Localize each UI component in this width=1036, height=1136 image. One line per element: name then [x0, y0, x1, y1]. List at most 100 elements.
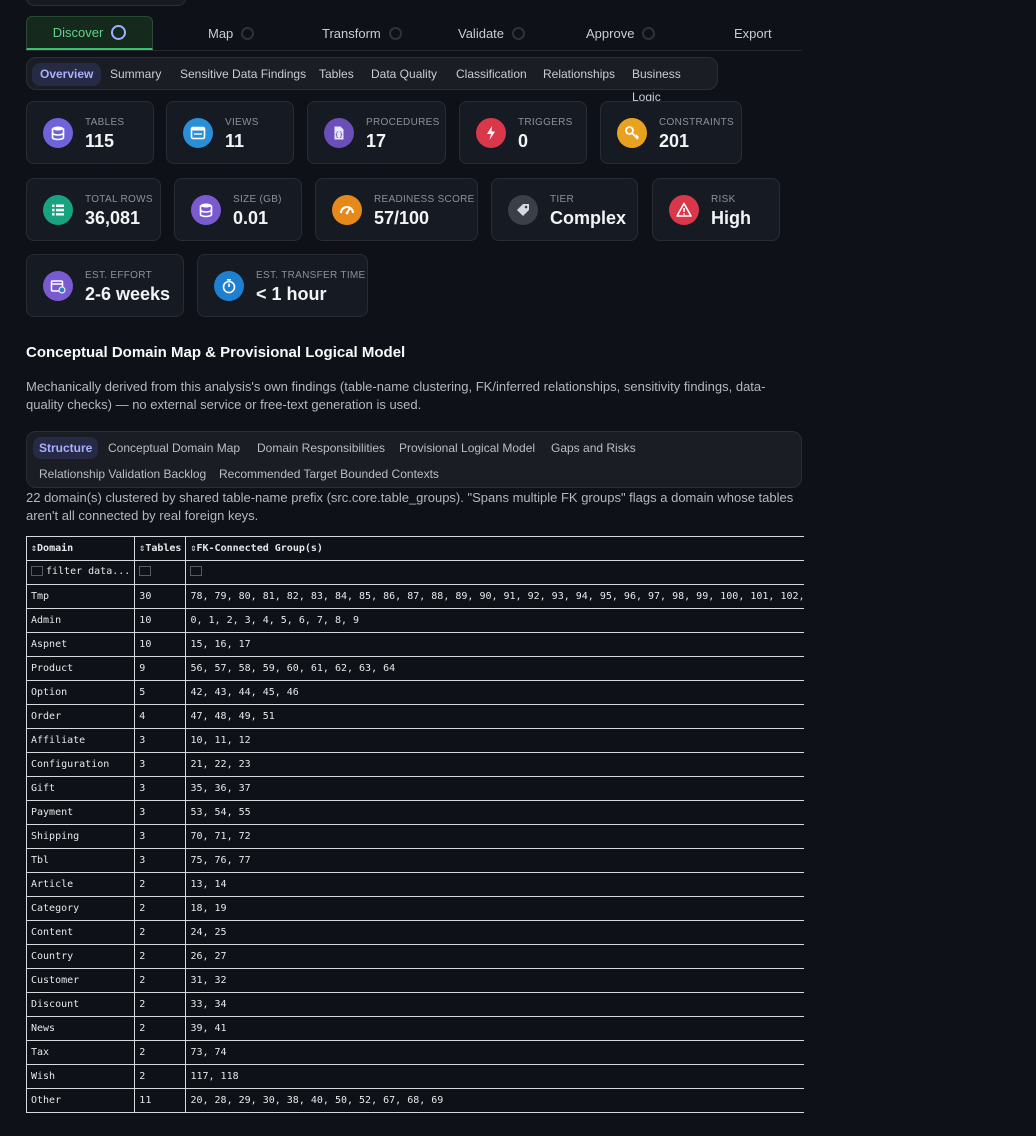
table-row: Product 9 56, 57, 58, 59, 60, 61, 62, 63, … [26, 656, 804, 681]
fk-groups-cell: 56, 57, 58, 59, 60, 61, 62, 63, 64 [185, 656, 804, 681]
table-row: Content 2 24, 25 [26, 920, 804, 945]
step-status-icon [512, 26, 526, 40]
table-body: Tmp 30 78, 79, 80, 81, 82, 83, 84, 85, 86,… [26, 584, 804, 1113]
code-file-icon: {} [324, 118, 354, 148]
table-row: Tmp 30 78, 79, 80, 81, 82, 83, 84, 85, 86,… [26, 584, 804, 609]
filter-input[interactable]: filter data... [46, 566, 130, 577]
metric-card-risk: RISK High [652, 178, 780, 241]
step-export[interactable]: Export [734, 16, 772, 50]
metric-card-est-effort: EST. EFFORT 2-6 weeks [26, 254, 184, 317]
fk-groups-cell: 13, 14 [185, 872, 804, 897]
fk-groups-cell: 33, 34 [185, 992, 804, 1017]
column-header-fk-groups[interactable]: ⇕FK-Connected Group(s) [185, 536, 804, 561]
subtab-gaps-and-risks[interactable]: Gaps and Risks [545, 437, 642, 459]
fk-groups-cell: 42, 43, 44, 45, 46 [185, 680, 804, 705]
domain-cell: Order [26, 704, 136, 729]
step-label: Transform [322, 25, 381, 41]
table-header-row: ⇕Domain ⇕Tables ⇕FK-Connected Group(s) [26, 536, 804, 561]
step-approve[interactable]: Approve [586, 16, 656, 50]
domain-cell: Category [26, 896, 136, 921]
table-row: Configuration 3 21, 22, 23 [26, 752, 804, 777]
tables-cell: 2 [134, 1016, 187, 1041]
metric-value: 17 [366, 131, 387, 151]
domain-cell: Country [26, 944, 136, 969]
step-map[interactable]: Map [208, 16, 255, 50]
domain-cell: Affiliate [26, 728, 136, 753]
tab-relationships[interactable]: Relationships [535, 63, 623, 86]
metric-label: EST. EFFORT [85, 270, 153, 281]
tab-business-logic[interactable]: Business Logic [624, 63, 717, 104]
metric-label: CONSTRAINTS [659, 117, 734, 128]
step-transform[interactable]: Transform [322, 16, 402, 50]
database-icon [43, 118, 73, 148]
filter-icon[interactable] [139, 566, 152, 576]
subtab-domain-responsibilities[interactable]: Domain Responsibilities [251, 437, 391, 459]
fk-groups-cell: 47, 48, 49, 51 [185, 704, 804, 729]
subtab-relationship-validation-backlog[interactable]: Relationship Validation Backlog [33, 463, 212, 485]
domain-cell: Shipping [26, 824, 136, 849]
table-row: Other 11 20, 28, 29, 30, 38, 40, 50, 52, 6… [26, 1088, 804, 1113]
tables-cell: 2 [134, 1040, 187, 1065]
domain-cell: Other [26, 1088, 136, 1113]
filter-cell-fk-groups[interactable] [185, 560, 804, 585]
step-status-icon [642, 26, 656, 40]
table-row: Tbl 3 75, 76, 77 [26, 848, 804, 873]
metric-value: 11 [225, 131, 245, 151]
analysis-tabs: Overview Summary Sensitive Data Findings… [26, 57, 718, 104]
tab-summary[interactable]: Summary [102, 63, 169, 86]
metric-value: High [711, 208, 751, 228]
tab-overview[interactable]: Overview [32, 63, 102, 86]
metric-value: Complex [550, 208, 627, 228]
metric-card-tables: TABLES 115 [26, 101, 154, 164]
section-description: Mechanically derived from this analysis'… [26, 379, 766, 412]
tables-cell: 3 [134, 776, 187, 801]
column-header-domain[interactable]: ⇕Domain [26, 536, 136, 561]
metric-card-tier: TIER Complex [491, 178, 638, 241]
table-row: Shipping 3 70, 71, 72 [26, 824, 804, 849]
svg-text:{}: {} [335, 131, 343, 139]
tab-sensitive-data-findings[interactable]: Sensitive Data Findings [172, 63, 314, 86]
table-row: Article 2 13, 14 [26, 872, 804, 897]
bolt-trigger-icon [476, 118, 506, 148]
filter-cell-domain[interactable]: filter data... [26, 560, 136, 585]
tables-cell: 10 [134, 608, 187, 633]
step-label: Export [734, 25, 772, 41]
domain-cell: Product [26, 656, 136, 681]
metric-card-readiness-score: READINESS SCORE 57/100 [315, 178, 478, 241]
tables-cell: 2 [134, 968, 187, 993]
tables-cell: 2 [134, 944, 187, 969]
metric-label: TABLES [85, 117, 125, 128]
fk-groups-cell: 18, 19 [185, 896, 804, 921]
table-row: Tax 2 73, 74 [26, 1040, 804, 1065]
table-row: Aspnet 10 15, 16, 17 [26, 632, 804, 657]
step-discover[interactable]: Discover [26, 16, 153, 50]
step-status-icon [241, 26, 255, 40]
tab-classification[interactable]: Classification [448, 63, 535, 86]
domain-cell: Tmp [26, 584, 136, 609]
domain-map-subtabs: Structure Conceptual Domain Map Domain R… [26, 431, 802, 488]
metric-label: PROCEDURES [366, 117, 440, 128]
tag-icon [508, 195, 538, 225]
subtab-conceptual-domain-map[interactable]: Conceptual Domain Map [102, 437, 246, 459]
subtab-recommended-target-bounded-contexts[interactable]: Recommended Target Bounded Contexts [213, 463, 445, 485]
domain-table: ⇕Domain ⇕Tables ⇕FK-Connected Group(s) f… [26, 536, 804, 1113]
tab-data-quality[interactable]: Data Quality [363, 63, 445, 86]
step-status-icon [111, 25, 127, 40]
filter-icon[interactable] [190, 566, 203, 576]
subtab-provisional-logical-model[interactable]: Provisional Logical Model [393, 437, 541, 459]
metric-value: 0 [518, 131, 529, 151]
table-row: Affiliate 3 10, 11, 12 [26, 728, 804, 753]
metric-card-total-rows: TOTAL ROWS 36,081 [26, 178, 161, 241]
tables-cell: 3 [134, 848, 187, 873]
warning-icon [669, 195, 699, 225]
column-header-tables[interactable]: ⇕Tables [134, 536, 187, 561]
tab-tables[interactable]: Tables [311, 63, 362, 86]
metric-card-size: SIZE (GB) 0.01 [174, 178, 302, 241]
fk-groups-cell: 73, 74 [185, 1040, 804, 1065]
filter-cell-tables[interactable] [134, 560, 187, 585]
domain-cell: Configuration [26, 752, 136, 777]
step-validate[interactable]: Validate [458, 16, 526, 50]
metric-label: READINESS SCORE [374, 194, 475, 205]
subtab-structure[interactable]: Structure [33, 437, 99, 459]
table-row: Category 2 18, 19 [26, 896, 804, 921]
